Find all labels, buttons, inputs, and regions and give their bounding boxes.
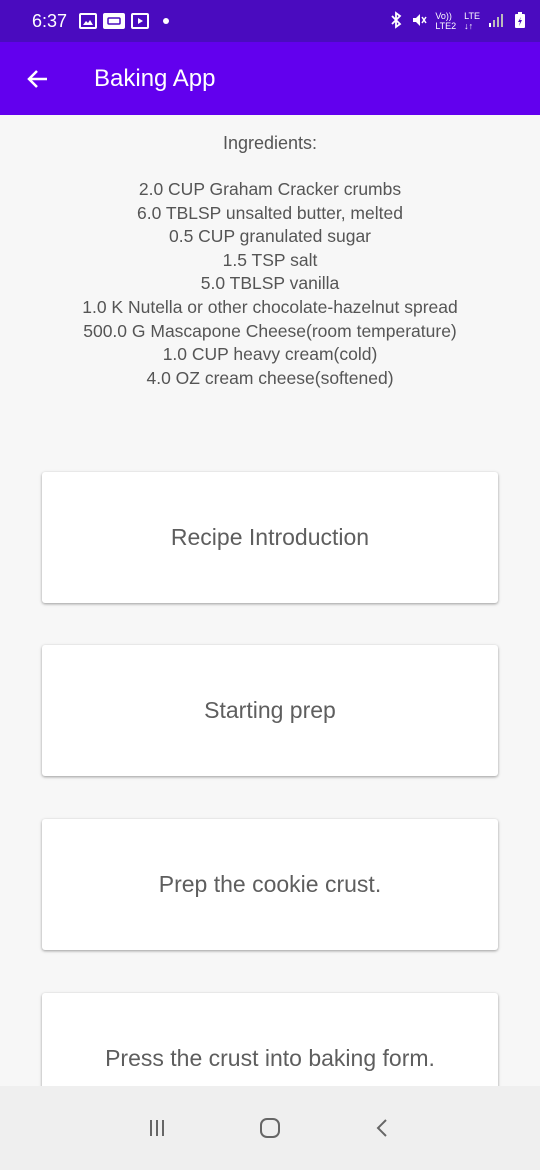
- ingredient-item: 0.5 CUP granulated sugar: [168, 226, 372, 247]
- ingredients-heading: Ingredients:: [222, 133, 318, 153]
- system-nav-bar: [0, 1086, 540, 1170]
- recent-apps-icon[interactable]: [137, 1108, 177, 1148]
- lte-icon: LTE ↓↑: [464, 11, 480, 31]
- bluetooth-icon: [389, 10, 403, 32]
- app-icon: [103, 13, 126, 29]
- home-icon[interactable]: [250, 1108, 290, 1148]
- app-title: Baking App: [94, 64, 216, 92]
- status-time: 6:37: [32, 10, 68, 31]
- ingredient-item: 4.0 OZ cream cheese(softened): [146, 367, 394, 388]
- lte2-label: LTE2: [435, 21, 457, 31]
- notification-dot: [163, 18, 170, 24]
- ingredient-item: 5.0 TBLSP vanilla: [200, 273, 340, 294]
- ingredients-list: 2.0 CUP Graham Cracker crumbs 6.0 TBLSP …: [0, 178, 540, 390]
- ingredient-item: 6.0 TBLSP unsalted butter, melted: [137, 202, 403, 223]
- step-card-prep-cookie-crust[interactable]: Prep the cookie crust.: [42, 819, 498, 950]
- media-icon: [131, 13, 150, 29]
- lte-label: LTE: [464, 11, 480, 21]
- status-icons-right: Vo)) LTE2 LTE ↓↑: [389, 10, 526, 32]
- volte-icon: Vo)) LTE2: [435, 11, 456, 31]
- step-card-starting-prep[interactable]: Starting prep: [42, 645, 498, 776]
- mute-icon: [411, 12, 427, 31]
- recipe-detail-content[interactable]: Ingredients: 2.0 CUP Graham Cracker crum…: [0, 115, 540, 1086]
- step-label: Prep the cookie crust.: [158, 871, 382, 897]
- step-card-press-crust[interactable]: Press the crust into baking form.: [42, 993, 498, 1086]
- battery-icon: [514, 11, 526, 32]
- ingredient-item: 2.0 CUP Graham Cracker crumbs: [138, 179, 402, 199]
- ingredient-item: 1.0 CUP heavy cream(cold): [162, 344, 378, 365]
- signal-icon: [488, 13, 506, 30]
- ingredient-item: 1.5 TSP salt: [222, 249, 318, 270]
- step-label: Recipe Introduction: [170, 524, 370, 550]
- app-bar: Baking App: [0, 42, 540, 115]
- ingredient-item: 1.0 K Nutella or other chocolate-hazelnu…: [82, 296, 458, 317]
- status-icons-left: [79, 13, 170, 29]
- back-icon[interactable]: [363, 1108, 403, 1148]
- step-card-recipe-introduction[interactable]: Recipe Introduction: [42, 472, 498, 603]
- ingredient-item: 500.0 G Mascapone Cheese(room temperatur…: [83, 320, 457, 341]
- step-label: Starting prep: [204, 697, 336, 723]
- back-arrow-icon[interactable]: [25, 66, 51, 92]
- volte-label: Vo)): [435, 11, 452, 21]
- status-bar: 6:37 Vo)) LTE2 LTE ↓↑: [0, 0, 540, 42]
- image-icon: [79, 13, 98, 29]
- step-label: Press the crust into baking form.: [105, 1045, 435, 1071]
